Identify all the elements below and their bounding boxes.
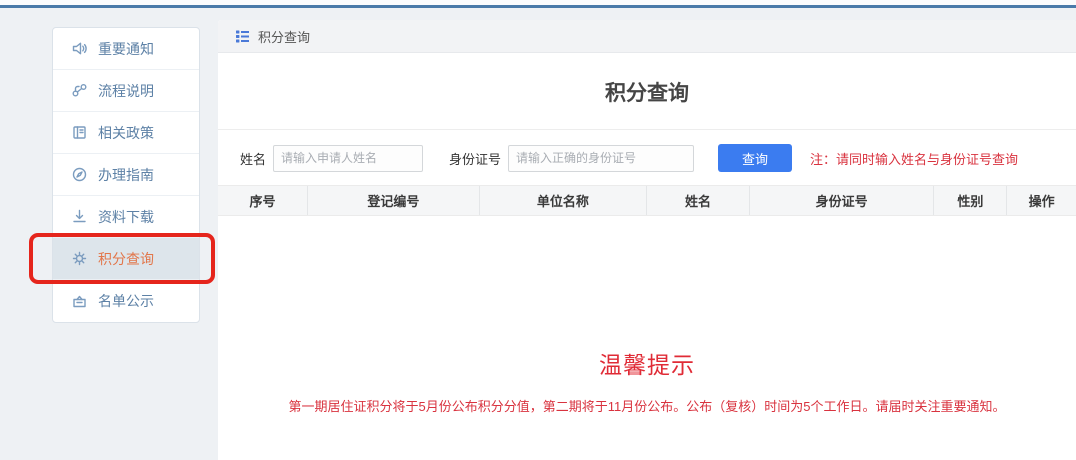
sidebar-item-label: 相关政策 — [98, 124, 154, 141]
breadcrumb-bar: 积分查询 — [218, 20, 1076, 53]
page-title: 积分查询 — [605, 82, 689, 105]
form-note: 注：请同时输入姓名与身份证号查询 — [810, 151, 1019, 167]
table-body-empty — [218, 216, 1076, 346]
board-icon — [71, 293, 88, 310]
divider — [218, 129, 1076, 130]
sidebar-item-points-query[interactable]: 积分查询 — [29, 233, 215, 284]
sidebar-item-list-publication[interactable]: 名单公示 — [53, 280, 199, 322]
speaker-icon — [71, 40, 88, 57]
search-form: 姓名 身份证号 查询 注：请同时输入姓名与身份证号查询 — [240, 144, 1076, 172]
sidebar-item-handling-guide[interactable]: 办理指南 — [53, 154, 199, 196]
sidebar-item-label: 名单公示 — [98, 293, 154, 309]
sidebar-item-label: 积分查询 — [98, 250, 154, 267]
table-header-row: 序号 登记编号 单位名称 姓名 身份证号 性别 操作 — [218, 185, 1076, 216]
notice-title: 温馨提示 — [599, 352, 695, 378]
sidebar-item-process-description[interactable]: 流程说明 — [53, 70, 199, 112]
top-blue-line — [0, 5, 1076, 8]
sidebar-item-materials-download[interactable]: 资料下载 — [53, 196, 199, 238]
sidebar-menu: 重要通知 流程说明 相关政策 办理指南 资料下载 积分查询 名单公示 — [29, 27, 215, 323]
compass-icon — [71, 166, 88, 183]
id-number-input[interactable] — [508, 144, 695, 172]
sidebar-item-label: 流程说明 — [98, 82, 154, 99]
col-operation: 操作 — [1028, 194, 1055, 209]
sidebar-item-important-notice[interactable]: 重要通知 — [53, 28, 199, 70]
col-id-number: 身份证号 — [750, 186, 935, 215]
col-gender: 性别 — [934, 186, 1008, 215]
points-icon — [71, 250, 88, 267]
list-icon — [235, 29, 250, 44]
main-panel: 积分查询 积分查询 姓名 身份证号 查询 注：请同时输入姓名与身份证号查询 序号… — [218, 20, 1076, 460]
download-icon — [71, 208, 88, 225]
col-reg-number: 登记编号 — [308, 186, 480, 215]
query-button[interactable]: 查询 — [718, 144, 793, 172]
id-label: 身份证号 — [449, 151, 502, 167]
breadcrumb: 积分查询 — [258, 29, 311, 45]
sidebar-item-label: 重要通知 — [98, 40, 154, 57]
notice-block: 温馨提示 第一期居住证积分将于5月份公布积分分值，第二期将于11月份公布。公布（… — [218, 346, 1076, 415]
sidebar-item-label: 资料下载 — [98, 208, 154, 225]
sidebar-item-related-policies[interactable]: 相关政策 — [53, 112, 199, 154]
col-name: 姓名 — [647, 186, 750, 215]
col-unit-name: 单位名称 — [480, 186, 647, 215]
name-input[interactable] — [273, 144, 424, 172]
policy-icon — [71, 124, 88, 141]
sidebar-item-label: 办理指南 — [98, 166, 154, 183]
col-serial-no: 序号 — [218, 186, 309, 215]
flow-icon — [71, 82, 88, 99]
notice-body: 第一期居住证积分将于5月份公布积分分值，第二期将于11月份公布。公布（复核）时间… — [288, 399, 1006, 414]
name-label: 姓名 — [240, 151, 267, 167]
